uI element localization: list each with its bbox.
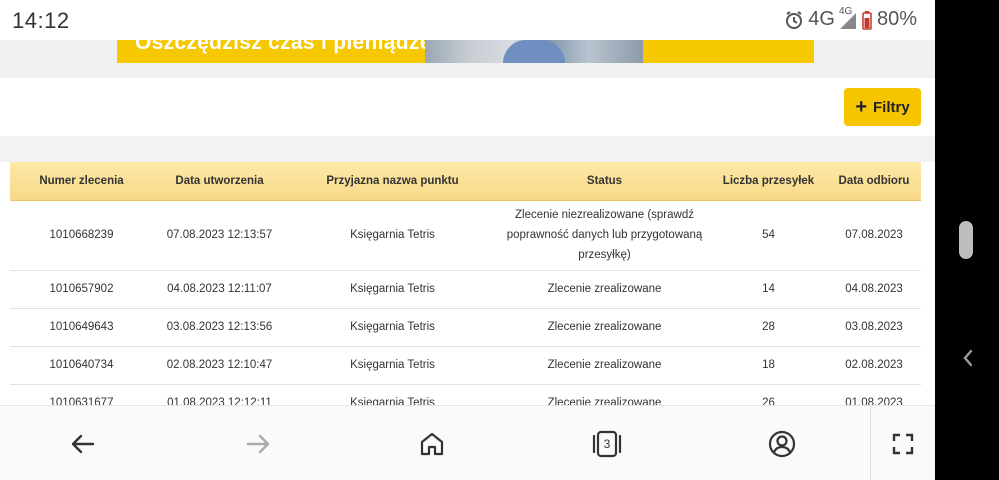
chevron-left-icon <box>963 349 973 367</box>
tabs-count: 3 <box>603 437 611 451</box>
status-time: 14:12 <box>12 8 70 33</box>
user-icon <box>768 430 796 458</box>
filter-bar <box>0 78 935 136</box>
cell-order-number: 1010649643 <box>10 308 153 347</box>
banner-text: Oszczędzisz czas i pieniądze! <box>135 40 439 54</box>
cell-parcel-count: 28 <box>710 308 827 347</box>
signal-icon: 4G <box>839 6 857 30</box>
filters-button-label: Filtry <box>873 98 910 116</box>
cell-point-name: Księgarnia Tetris <box>286 270 499 309</box>
side-panel-toggle[interactable] <box>958 344 978 372</box>
cell-point-name: Księgarnia Tetris <box>286 200 499 271</box>
fullscreen-button[interactable] <box>885 426 921 462</box>
cell-pickup-date: 02.08.2023 <box>827 346 921 385</box>
status-bar: 14:12 4G 4G 80% <box>0 0 935 40</box>
cell-parcel-count: 14 <box>710 270 827 309</box>
plus-icon: + <box>855 96 867 118</box>
table-header-row: Numer zlecenia Data utworzenia Przyjazna… <box>10 162 921 201</box>
cell-pickup-date: 04.08.2023 <box>827 270 921 309</box>
table-row[interactable]: 1010649643 03.08.2023 12:13:56 Księgarni… <box>10 308 921 347</box>
orders-table: Numer zlecenia Data utworzenia Przyjazna… <box>10 162 921 423</box>
cell-parcel-count: 54 <box>710 200 827 271</box>
alarm-icon <box>786 10 803 29</box>
table-row[interactable]: 1010657902 04.08.2023 12:11:07 Księgarni… <box>10 270 921 309</box>
table-row[interactable]: 1010668239 07.08.2023 12:13:57 Księgarni… <box>10 200 921 271</box>
battery-percent: 80% <box>876 8 917 30</box>
browser-bottom-bar: 3 <box>0 405 935 480</box>
battery-icon <box>862 10 872 30</box>
cell-order-number: 1010640734 <box>10 346 153 385</box>
status-icons: 4G 4G 80% <box>784 6 917 31</box>
arrow-right-icon <box>246 434 270 454</box>
cell-order-number: 1010657902 <box>10 270 153 309</box>
cell-created-date: 02.08.2023 12:10:47 <box>153 346 286 385</box>
network-type: 4G <box>808 8 835 30</box>
section-separator <box>0 136 935 162</box>
cell-created-date: 04.08.2023 12:11:07 <box>153 270 286 309</box>
back-button[interactable] <box>65 426 101 462</box>
cell-point-name: Księgarnia Tetris <box>286 308 499 347</box>
table-row[interactable]: 1010640734 02.08.2023 12:10:47 Księgarni… <box>10 346 921 385</box>
header-order-number[interactable]: Numer zlecenia <box>10 162 153 201</box>
account-button[interactable] <box>764 426 800 462</box>
cell-point-name: Księgarnia Tetris <box>286 346 499 385</box>
cell-status: Zlecenie zrealizowane <box>499 346 710 385</box>
header-point-name[interactable]: Przyjazna nazwa punktu <box>286 162 499 201</box>
home-icon <box>420 432 444 456</box>
browser-screen: 14:12 4G 4G 80% Oszczędzisz czas i pieni… <box>0 0 935 480</box>
filters-button[interactable]: + Filtry <box>844 88 921 126</box>
nav-divider <box>870 406 871 480</box>
cell-created-date: 03.08.2023 12:13:56 <box>153 308 286 347</box>
header-created-date[interactable]: Data utworzenia <box>153 162 286 201</box>
cell-parcel-count: 18 <box>710 346 827 385</box>
tabs-button[interactable]: 3 <box>589 426 625 462</box>
forward-button[interactable] <box>240 426 276 462</box>
cell-order-number: 1010668239 <box>10 200 153 271</box>
cell-created-date: 07.08.2023 12:13:57 <box>153 200 286 271</box>
cell-status: Zlecenie zrealizowane <box>499 270 710 309</box>
promo-banner[interactable]: Oszczędzisz czas i pieniądze! <box>117 40 814 63</box>
scrollbar-handle[interactable] <box>959 221 973 259</box>
header-parcel-count[interactable]: Liczba przesyłek <box>710 162 827 201</box>
cell-pickup-date: 07.08.2023 <box>827 200 921 271</box>
home-button[interactable] <box>414 426 450 462</box>
orders-table-container: Numer zlecenia Data utworzenia Przyjazna… <box>10 162 921 423</box>
fullscreen-icon <box>892 433 914 455</box>
cell-status: Zlecenie niezrealizowane (sprawdź popraw… <box>499 200 710 271</box>
header-status[interactable]: Status <box>499 162 710 201</box>
arrow-left-icon <box>71 434 95 454</box>
cell-pickup-date: 03.08.2023 <box>827 308 921 347</box>
header-pickup-date[interactable]: Data odbioru <box>827 162 921 201</box>
cell-status: Zlecenie zrealizowane <box>499 308 710 347</box>
